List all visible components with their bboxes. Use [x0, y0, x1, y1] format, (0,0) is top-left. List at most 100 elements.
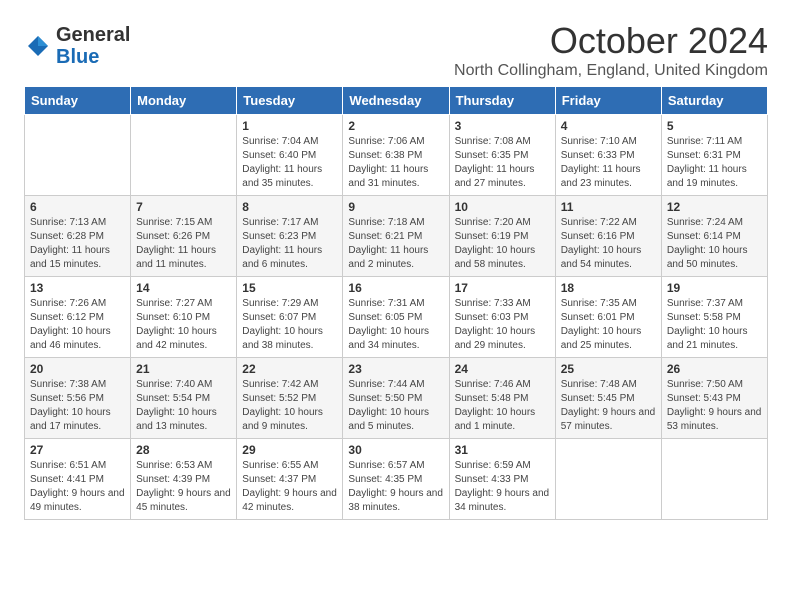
day-info: Sunrise: 7:48 AMSunset: 5:45 PMDaylight:… [561, 378, 656, 434]
week-row-5: 27 Sunrise: 6:51 AMSunset: 4:41 PMDayligh… [25, 439, 768, 520]
day-info: Sunrise: 7:04 AMSunset: 6:40 PMDaylight:… [242, 135, 337, 191]
day-info: Sunrise: 6:57 AMSunset: 4:35 PMDaylight:… [348, 459, 443, 515]
table-row: 4Sunrise: 7:10 AMSunset: 6:33 PMDaylight… [555, 115, 661, 196]
table-row: 6Sunrise: 7:13 AMSunset: 6:28 PMDaylight… [25, 196, 131, 277]
day-info: Sunrise: 7:50 AMSunset: 5:43 PMDaylight:… [667, 378, 762, 434]
day-info: Sunrise: 7:44 AMSunset: 5:50 PMDaylight:… [348, 378, 443, 434]
header-sunday: Sunday [25, 87, 131, 115]
header-friday: Friday [555, 87, 661, 115]
day-number: 10 [455, 200, 550, 214]
day-number: 13 [30, 281, 125, 295]
table-row: 12 Sunrise: 7:24 AMSunset: 6:14 PMDayligh… [661, 196, 767, 277]
table-row [131, 115, 237, 196]
day-info: Sunrise: 7:18 AMSunset: 6:21 PMDaylight:… [348, 216, 443, 272]
day-number: 9 [348, 200, 443, 214]
day-number: 26 [667, 362, 762, 376]
day-info: Sunrise: 7:20 AMSunset: 6:19 PMDaylight:… [455, 216, 550, 272]
day-info: Sunrise: 7:06 AMSunset: 6:38 PMDaylight:… [348, 135, 443, 191]
day-number: 5 [667, 119, 762, 133]
table-row: 1 Sunrise: 7:04 AMSunset: 6:40 PMDaylight… [237, 115, 343, 196]
header-tuesday: Tuesday [237, 87, 343, 115]
week-row-2: 6Sunrise: 7:13 AMSunset: 6:28 PMDaylight… [25, 196, 768, 277]
table-row: 10 Sunrise: 7:20 AMSunset: 6:19 PMDayligh… [449, 196, 555, 277]
table-row: 11Sunrise: 7:22 AMSunset: 6:16 PMDayligh… [555, 196, 661, 277]
logo-blue: Blue [56, 46, 99, 68]
table-row: 25 Sunrise: 7:48 AMSunset: 5:45 PMDayligh… [555, 358, 661, 439]
logo-icon [24, 32, 52, 60]
day-number: 11 [561, 200, 656, 214]
day-number: 24 [455, 362, 550, 376]
day-number: 19 [667, 281, 762, 295]
day-info: Sunrise: 6:51 AMSunset: 4:41 PMDaylight:… [30, 459, 125, 515]
day-number: 21 [136, 362, 231, 376]
table-row: 27 Sunrise: 6:51 AMSunset: 4:41 PMDayligh… [25, 439, 131, 520]
day-info: Sunrise: 7:29 AMSunset: 6:07 PMDaylight:… [242, 297, 337, 353]
table-row: 7Sunrise: 7:15 AMSunset: 6:26 PMDaylight… [131, 196, 237, 277]
day-number: 4 [561, 119, 656, 133]
location-subtitle: North Collingham, England, United Kingdo… [454, 62, 768, 80]
table-row: 21 Sunrise: 7:40 AMSunset: 5:54 PMDayligh… [131, 358, 237, 439]
day-info: Sunrise: 7:40 AMSunset: 5:54 PMDaylight:… [136, 378, 231, 434]
day-number: 8 [242, 200, 337, 214]
day-info: Sunrise: 7:26 AMSunset: 6:12 PMDaylight:… [30, 297, 125, 353]
day-info: Sunrise: 7:24 AMSunset: 6:14 PMDaylight:… [667, 216, 762, 272]
table-row [661, 439, 767, 520]
table-row: 23 Sunrise: 7:44 AMSunset: 5:50 PMDayligh… [343, 358, 449, 439]
day-info: Sunrise: 7:37 AMSunset: 5:58 PMDaylight:… [667, 297, 762, 353]
table-row: 14 Sunrise: 7:27 AMSunset: 6:10 PMDayligh… [131, 277, 237, 358]
day-info: Sunrise: 7:31 AMSunset: 6:05 PMDaylight:… [348, 297, 443, 353]
table-row: 22Sunrise: 7:42 AMSunset: 5:52 PMDayligh… [237, 358, 343, 439]
table-row: 3Sunrise: 7:08 AMSunset: 6:35 PMDaylight… [449, 115, 555, 196]
table-row [25, 115, 131, 196]
day-info: Sunrise: 7:27 AMSunset: 6:10 PMDaylight:… [136, 297, 231, 353]
table-row: 9 Sunrise: 7:18 AMSunset: 6:21 PMDaylight… [343, 196, 449, 277]
header-thursday: Thursday [449, 87, 555, 115]
day-number: 25 [561, 362, 656, 376]
day-number: 14 [136, 281, 231, 295]
day-number: 1 [242, 119, 337, 133]
day-number: 17 [455, 281, 550, 295]
day-info: Sunrise: 7:11 AMSunset: 6:31 PMDaylight:… [667, 135, 762, 191]
logo-text: General Blue [56, 24, 130, 68]
day-info: Sunrise: 7:46 AMSunset: 5:48 PMDaylight:… [455, 378, 550, 434]
day-info: Sunrise: 7:35 AMSunset: 6:01 PMDaylight:… [561, 297, 656, 353]
table-row: 17Sunrise: 7:33 AMSunset: 6:03 PMDayligh… [449, 277, 555, 358]
page-header: General Blue October 2024 North Collingh… [24, 20, 768, 80]
day-info: Sunrise: 6:53 AMSunset: 4:39 PMDaylight:… [136, 459, 231, 515]
day-number: 20 [30, 362, 125, 376]
day-number: 27 [30, 443, 125, 457]
logo-general: General [56, 24, 130, 46]
day-number: 30 [348, 443, 443, 457]
table-row: 15 Sunrise: 7:29 AMSunset: 6:07 PMDayligh… [237, 277, 343, 358]
day-info: Sunrise: 6:55 AMSunset: 4:37 PMDaylight:… [242, 459, 337, 515]
day-number: 12 [667, 200, 762, 214]
table-row: 30 Sunrise: 6:57 AMSunset: 4:35 PMDayligh… [343, 439, 449, 520]
table-row [555, 439, 661, 520]
day-info: Sunrise: 6:59 AMSunset: 4:33 PMDaylight:… [455, 459, 550, 515]
header-monday: Monday [131, 87, 237, 115]
day-number: 18 [561, 281, 656, 295]
week-row-3: 13 Sunrise: 7:26 AMSunset: 6:12 PMDayligh… [25, 277, 768, 358]
table-row: 8 Sunrise: 7:17 AMSunset: 6:23 PMDaylight… [237, 196, 343, 277]
table-row: 2Sunrise: 7:06 AMSunset: 6:38 PMDaylight… [343, 115, 449, 196]
table-row: 20 Sunrise: 7:38 AMSunset: 5:56 PMDayligh… [25, 358, 131, 439]
day-info: Sunrise: 7:38 AMSunset: 5:56 PMDaylight:… [30, 378, 125, 434]
day-number: 15 [242, 281, 337, 295]
table-row: 19 Sunrise: 7:37 AMSunset: 5:58 PMDayligh… [661, 277, 767, 358]
weekday-header-row: Sunday Monday Tuesday Wednesday Thursday… [25, 87, 768, 115]
day-info: Sunrise: 7:17 AMSunset: 6:23 PMDaylight:… [242, 216, 337, 272]
day-number: 31 [455, 443, 550, 457]
logo: General Blue [24, 24, 130, 68]
day-info: Sunrise: 7:13 AMSunset: 6:28 PMDaylight:… [30, 216, 125, 272]
month-title: October 2024 [454, 20, 768, 62]
table-row: 5 Sunrise: 7:11 AMSunset: 6:31 PMDaylight… [661, 115, 767, 196]
day-number: 16 [348, 281, 443, 295]
table-row: 28 Sunrise: 6:53 AMSunset: 4:39 PMDayligh… [131, 439, 237, 520]
day-number: 23 [348, 362, 443, 376]
table-row: 18 Sunrise: 7:35 AMSunset: 6:01 PMDayligh… [555, 277, 661, 358]
day-number: 3 [455, 119, 550, 133]
day-number: 28 [136, 443, 231, 457]
table-row: 13 Sunrise: 7:26 AMSunset: 6:12 PMDayligh… [25, 277, 131, 358]
calendar-table: Sunday Monday Tuesday Wednesday Thursday… [24, 86, 768, 520]
table-row: 29Sunrise: 6:55 AMSunset: 4:37 PMDayligh… [237, 439, 343, 520]
